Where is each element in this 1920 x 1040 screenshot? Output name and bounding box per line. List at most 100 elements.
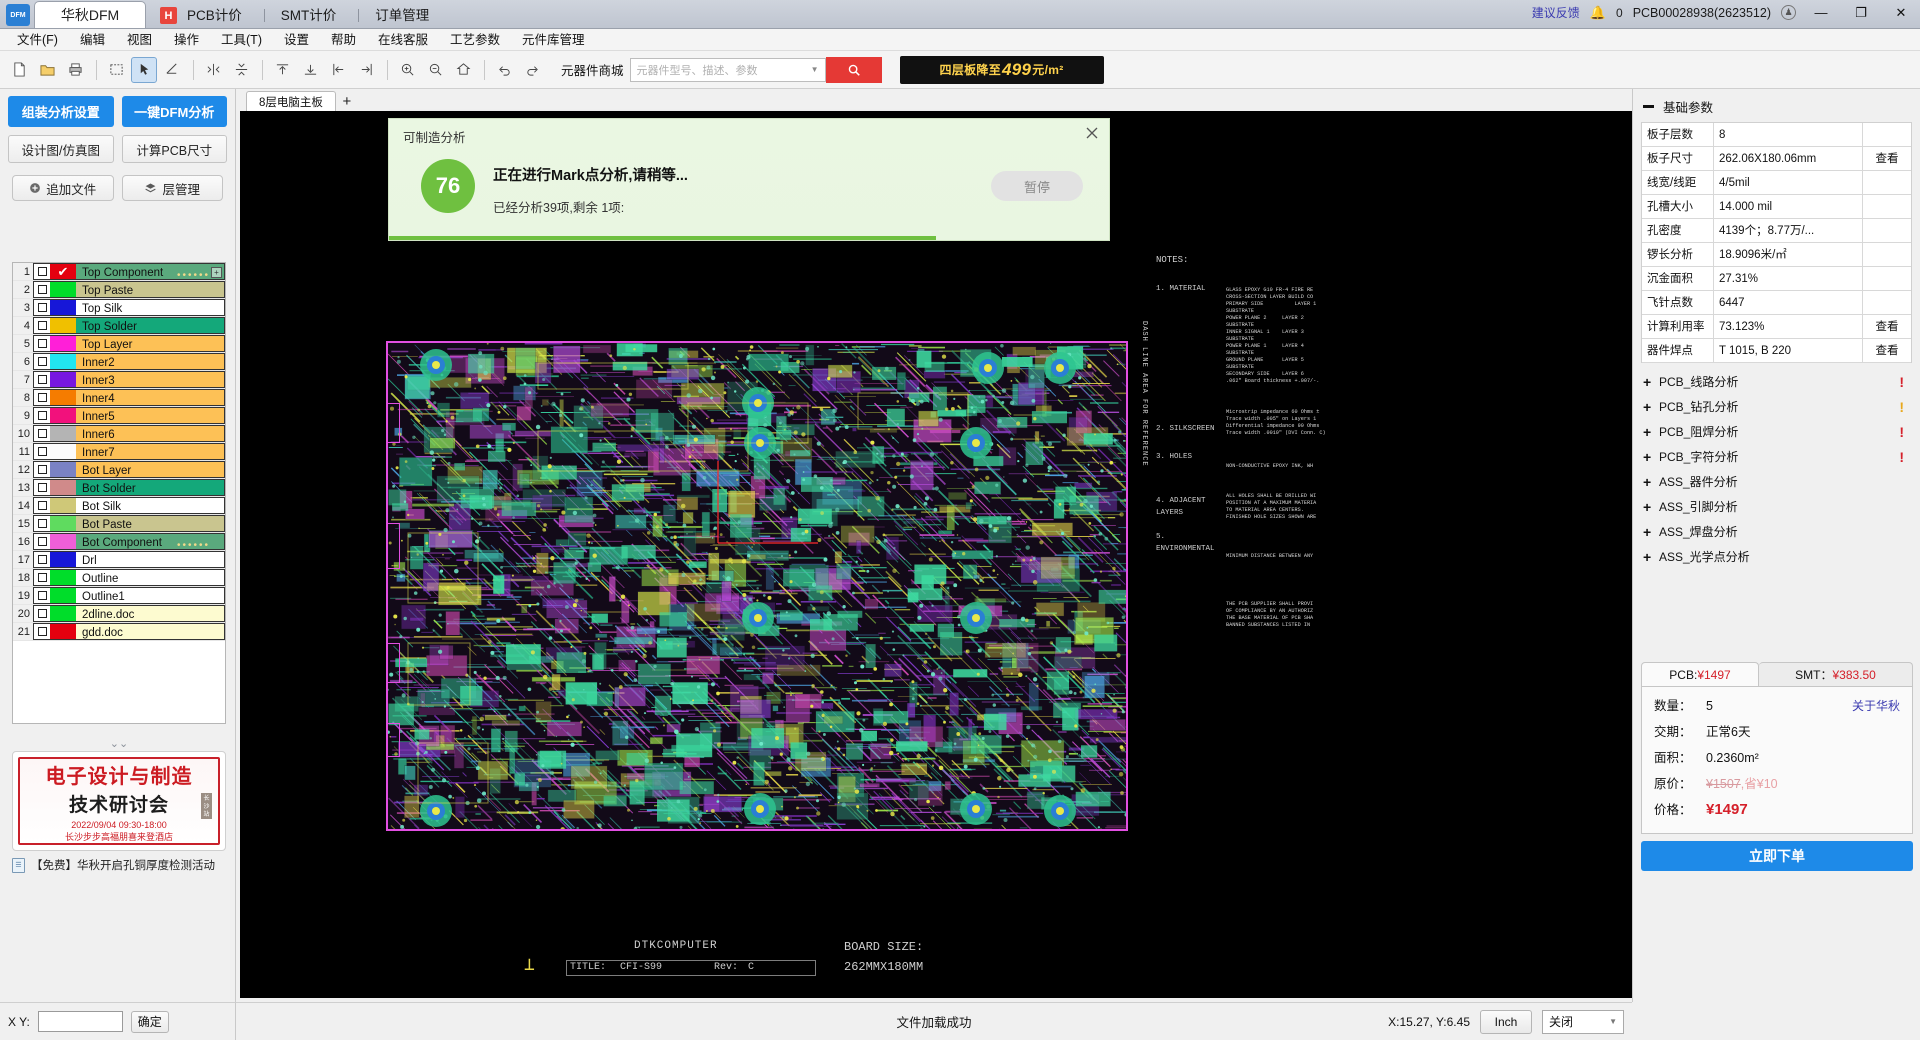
advertisement-banner[interactable]: 电子设计与制造 技术研讨会 2022/09/04 09:30-18:00 长沙步…	[12, 751, 226, 851]
menu-online-service[interactable]: 在线客服	[367, 29, 439, 51]
layer-name[interactable]: Bot Solder	[76, 479, 225, 496]
layer-row[interactable]: 17Drl	[13, 551, 225, 569]
layer-visibility-checkbox[interactable]	[33, 407, 50, 424]
layer-visibility-checkbox[interactable]	[33, 299, 50, 316]
chevron-down-icon[interactable]: ▼	[811, 65, 819, 74]
layer-name[interactable]: Inner6	[76, 425, 225, 442]
layer-color-swatch[interactable]	[50, 407, 76, 424]
new-file-icon[interactable]	[6, 57, 32, 83]
place-order-button[interactable]: 立即下单	[1641, 841, 1913, 871]
layer-color-swatch[interactable]	[50, 497, 76, 514]
expand-plus-icon[interactable]: +	[1643, 474, 1659, 490]
tab-pcb-price[interactable]: PCB: ¥1497	[1641, 662, 1759, 686]
layer-color-swatch[interactable]	[50, 533, 76, 550]
layer-name[interactable]: Inner3	[76, 371, 225, 388]
layer-row[interactable]: 2Top Paste	[13, 281, 225, 299]
layer-visibility-checkbox[interactable]	[33, 263, 50, 280]
expand-plus-icon[interactable]: +	[1643, 499, 1659, 515]
tab-order-management[interactable]: 订单管理	[375, 1, 435, 28]
layer-visibility-checkbox[interactable]	[33, 497, 50, 514]
feedback-link[interactable]: 建议反馈	[1532, 4, 1580, 21]
manufacturability-analysis-dialog[interactable]: 可制造分析 76 正在进行Mark点分析,请稍等... 已经分析39项,剩余 1…	[388, 118, 1110, 241]
layer-name[interactable]: Bot Layer	[76, 461, 225, 478]
layer-visibility-checkbox[interactable]	[33, 335, 50, 352]
one-click-dfm-button[interactable]: 一键DFM分析	[122, 96, 228, 127]
ad-note[interactable]: ☰ 【免费】华秋开启孔铜厚度检测活动	[12, 855, 226, 875]
tab-smt-price[interactable]: SMT： ¥383.50	[1759, 662, 1913, 686]
menu-process-params[interactable]: 工艺参数	[439, 29, 511, 51]
layer-row[interactable]: 9Inner5	[13, 407, 225, 425]
layer-row[interactable]: 4Top Solder	[13, 317, 225, 335]
align-right-icon[interactable]	[353, 57, 379, 83]
layer-name[interactable]: Outline1	[76, 587, 225, 604]
layer-row[interactable]: 10Inner6	[13, 425, 225, 443]
layer-row[interactable]: 21gdd.doc	[13, 623, 225, 641]
redo-icon[interactable]	[519, 57, 545, 83]
align-left-icon[interactable]	[325, 57, 351, 83]
layer-color-swatch[interactable]	[50, 281, 76, 298]
layer-visibility-checkbox[interactable]	[33, 443, 50, 460]
menu-operate[interactable]: 操作	[163, 29, 210, 51]
layer-manage-button[interactable]: 层管理	[122, 175, 224, 201]
menu-tools[interactable]: 工具(T)	[210, 29, 273, 51]
tab-smt-pricing[interactable]: SMT计价	[281, 1, 343, 28]
layer-color-swatch[interactable]	[50, 335, 76, 352]
layer-visibility-checkbox[interactable]	[33, 605, 50, 622]
layer-row[interactable]: 15Bot Paste	[13, 515, 225, 533]
home-icon[interactable]	[450, 57, 476, 83]
promo-banner[interactable]: 四层板降至 499 元/m²	[900, 56, 1104, 84]
layer-visibility-checkbox[interactable]	[33, 317, 50, 334]
analysis-item[interactable]: +ASS_引脚分析	[1633, 494, 1920, 519]
layer-color-swatch[interactable]	[50, 479, 76, 496]
assembly-analysis-settings-button[interactable]: 组装分析设置	[8, 96, 114, 127]
layer-visibility-checkbox[interactable]	[33, 389, 50, 406]
layer-color-swatch[interactable]	[50, 299, 76, 316]
bell-icon[interactable]: 🔔	[1590, 5, 1606, 21]
layer-visibility-checkbox[interactable]	[33, 569, 50, 586]
layer-name[interactable]: Drl	[76, 551, 225, 568]
layer-visibility-checkbox[interactable]	[33, 479, 50, 496]
align-top-icon[interactable]	[269, 57, 295, 83]
layer-color-swatch[interactable]	[50, 443, 76, 460]
chevron-double-down-icon[interactable]: ⌄⌄	[12, 737, 226, 751]
layer-color-swatch[interactable]	[50, 605, 76, 622]
flip-vertical-icon[interactable]	[228, 57, 254, 83]
analysis-item[interactable]: +PCB_阻焊分析!	[1633, 419, 1920, 444]
flip-horizontal-icon[interactable]	[200, 57, 226, 83]
layer-color-swatch[interactable]	[50, 389, 76, 406]
zoom-out-icon[interactable]	[422, 57, 448, 83]
layer-row[interactable]: 12Bot Layer	[13, 461, 225, 479]
tab-pcb-pricing[interactable]: PCB计价	[187, 1, 248, 28]
layer-color-swatch[interactable]	[50, 623, 76, 640]
user-avatar-icon[interactable]: ♟	[1781, 5, 1796, 20]
open-folder-icon[interactable]	[34, 57, 60, 83]
analysis-item[interactable]: +PCB_线路分析!	[1633, 369, 1920, 394]
design-simulation-button[interactable]: 设计图/仿真图	[8, 135, 114, 163]
zoom-in-icon[interactable]	[394, 57, 420, 83]
expand-plus-icon[interactable]: +	[1643, 399, 1659, 415]
layer-row[interactable]: 16Bot Component••••••	[13, 533, 225, 551]
layer-color-swatch[interactable]	[50, 569, 76, 586]
layer-row[interactable]: 19Outline1	[13, 587, 225, 605]
layer-visibility-checkbox[interactable]	[33, 425, 50, 442]
expand-plus-icon[interactable]: +	[1643, 374, 1659, 390]
layer-color-swatch[interactable]	[50, 317, 76, 334]
analysis-item[interactable]: +ASS_器件分析	[1633, 469, 1920, 494]
search-button[interactable]	[826, 57, 882, 83]
expand-plus-icon[interactable]: +	[1643, 424, 1659, 440]
undo-icon[interactable]	[491, 57, 517, 83]
layer-color-swatch[interactable]	[50, 353, 76, 370]
layer-row[interactable]: 18Outline	[13, 569, 225, 587]
layer-color-swatch[interactable]	[50, 371, 76, 388]
align-bottom-icon[interactable]	[297, 57, 323, 83]
layer-color-swatch[interactable]	[50, 425, 76, 442]
layer-row[interactable]: 14Bot Silk	[13, 497, 225, 515]
layer-list[interactable]: 1✔Top Component••••••+2Top Paste3Top Sil…	[12, 262, 226, 724]
menu-edit[interactable]: 编辑	[69, 29, 116, 51]
analysis-item[interactable]: +ASS_焊盘分析	[1633, 519, 1920, 544]
layer-name[interactable]: Top Silk	[76, 299, 225, 316]
layer-visibility-checkbox[interactable]	[33, 353, 50, 370]
basic-params-header[interactable]: 基础参数	[1633, 89, 1920, 122]
unit-toggle-button[interactable]: Inch	[1480, 1010, 1532, 1034]
layer-name[interactable]: Inner2	[76, 353, 225, 370]
